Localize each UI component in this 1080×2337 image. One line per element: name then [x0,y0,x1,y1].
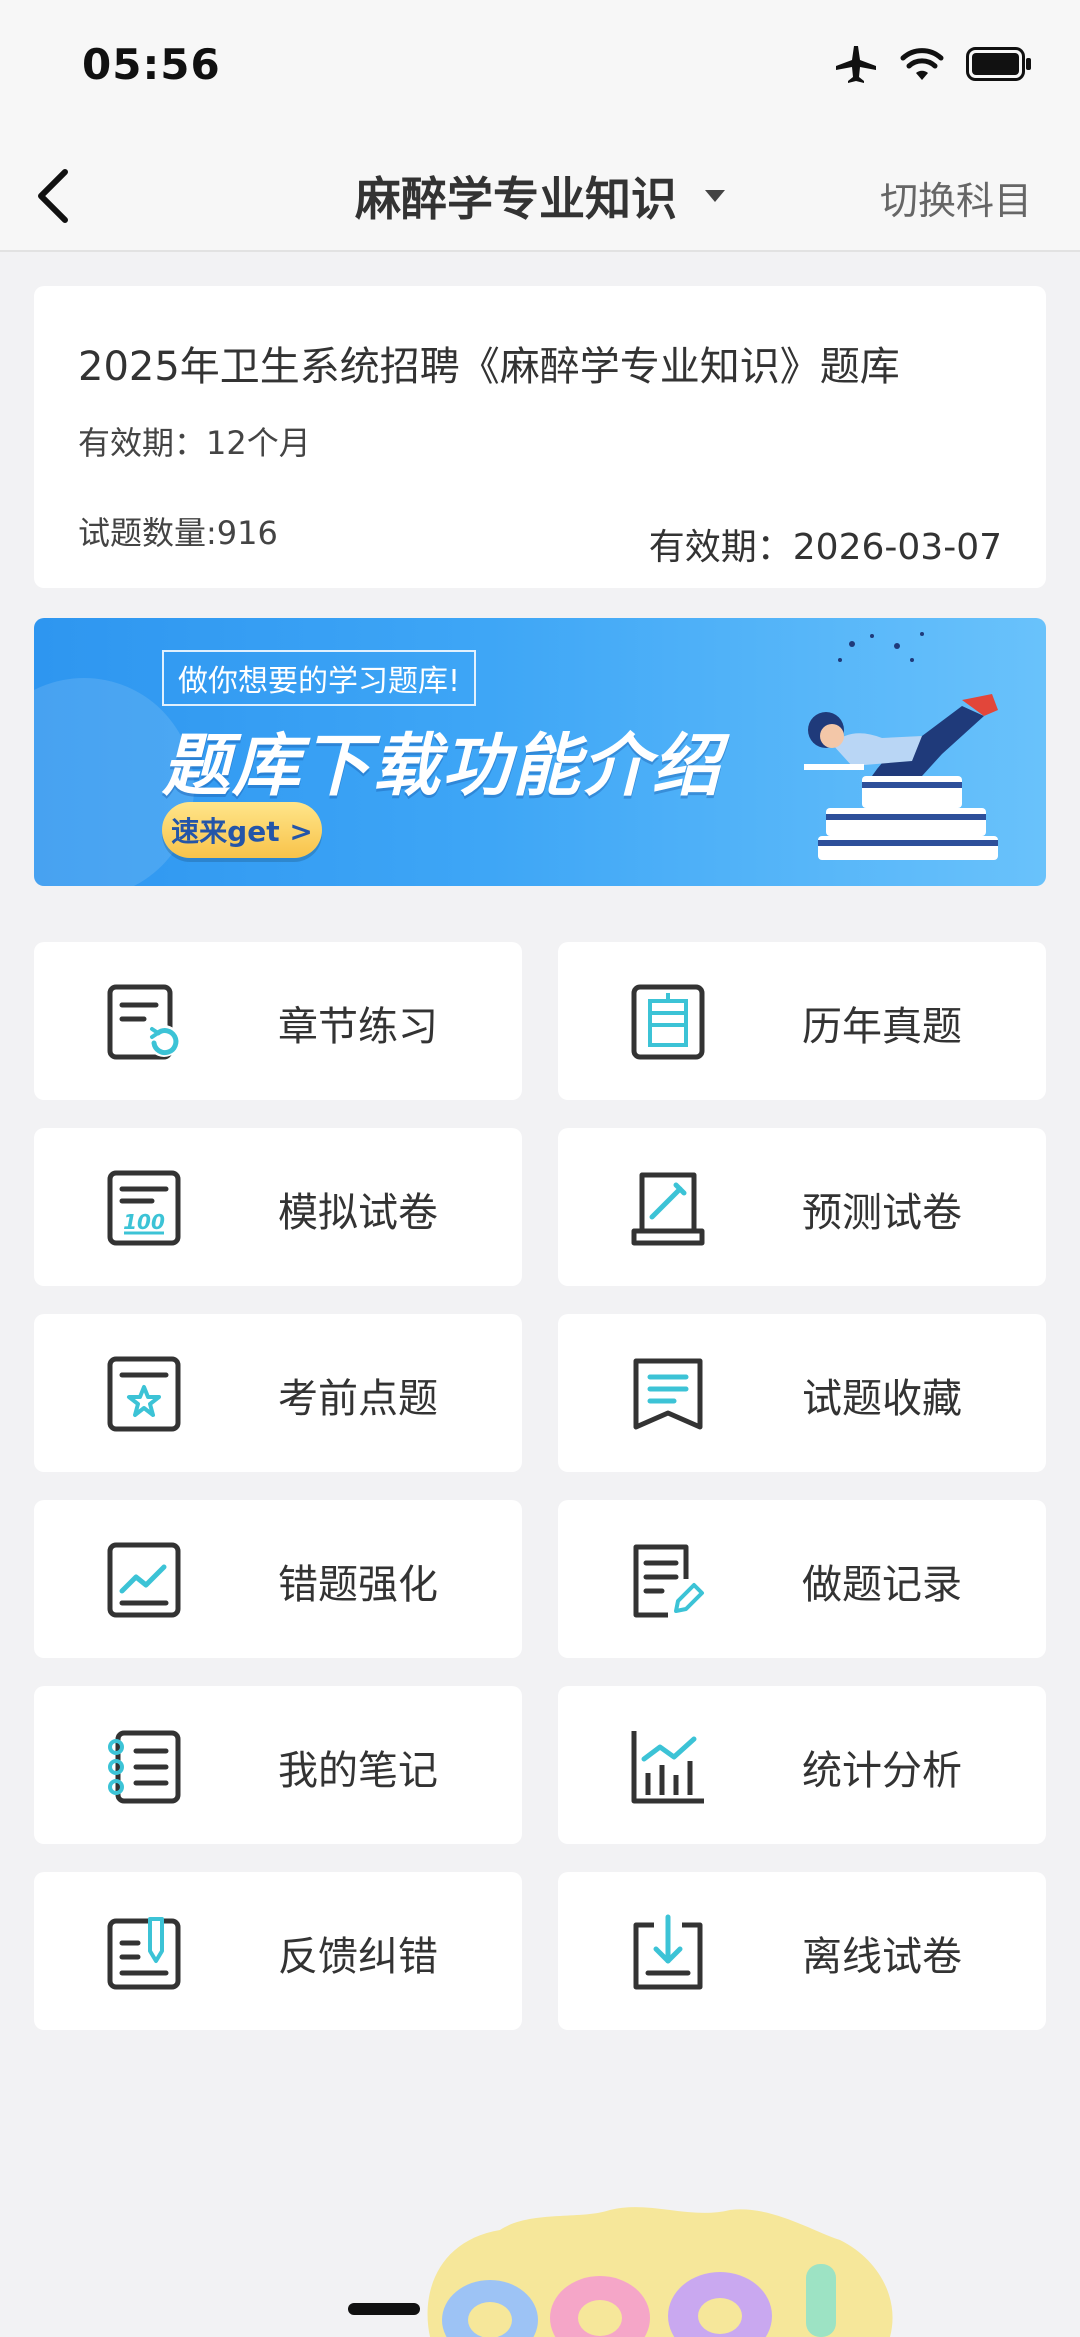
history-record-icon [633,1544,704,1618]
menu-item-wrong-questions[interactable]: 错题强化 [34,1500,522,1658]
forecast-paper-icon [631,1172,705,1246]
menu-item-label: 预测试卷 [802,1190,962,1236]
menu-item-notebook[interactable]: 我的笔记 [34,1686,522,1844]
chevron-left-icon [38,169,68,223]
svg-text:100: 100 [123,1210,165,1234]
wrong-questions-icon [107,1542,181,1618]
chapter-practice-icon [107,984,180,1060]
airplane-icon [836,46,876,83]
menu-item-feedback[interactable]: 反馈纠错 [34,1872,522,2030]
pre-exam-tips-icon [107,1356,181,1432]
status-bar: 05:56 [0,0,1080,140]
banner-cta-button[interactable]: 速来get > [162,802,322,858]
menu-item-offline-paper[interactable]: 离线试卷 [558,1872,1046,2030]
menu-item-bookmarks[interactable]: 试题收藏 [558,1314,1046,1472]
banner-title: 题库下载功能介绍 [162,727,723,806]
notebook-icon [108,1730,181,1804]
menu-item-chapter-practice[interactable]: 章节练习 [34,942,522,1100]
valid-period: 有效期：12个月 [78,424,311,462]
back-button[interactable] [18,158,88,234]
menu-item-label: 离线试卷 [802,1934,962,1980]
feedback-icon [107,1917,181,1990]
menu-item-forecast-paper[interactable]: 预测试卷 [558,1128,1046,1286]
cool-sticker-illustration[interactable] [410,2200,910,2337]
menu-item-mock-paper[interactable]: 100 模拟试卷 [34,1128,522,1286]
expire-date: 有效期：2026-03-07 [648,527,1002,568]
menu-item-label: 做题记录 [802,1562,962,1608]
menu-item-history-record[interactable]: 做题记录 [558,1500,1046,1658]
menu-item-label: 考前点题 [278,1376,438,1422]
menu-item-label: 统计分析 [802,1748,962,1794]
banner-subtitle: 做你想要的学习题库! [162,650,477,706]
statistics-icon [631,1731,704,1804]
student-on-books-illustration [804,632,998,860]
menu-item-label: 历年真题 [802,1004,962,1050]
bookmark-icon [633,1358,703,1430]
question-count: 试题数量:916 [78,514,278,552]
caret-down-icon[interactable] [705,190,725,202]
bank-title: 2025年卫生系统招聘《麻醉学专业知识》题库 [78,344,900,390]
menu-item-pre-exam-tips[interactable]: 考前点题 [34,1314,522,1472]
wifi-icon [900,48,944,80]
menu-item-label: 模拟试卷 [278,1190,438,1236]
question-bank-card: 2025年卫生系统招聘《麻醉学专业知识》题库 有效期：12个月 试题数量:916… [34,286,1046,588]
menu-item-label: 我的笔记 [278,1748,438,1794]
nav-bar: 麻醉学专业知识 切换科目 [0,140,1080,252]
menu-item-label: 反馈纠错 [278,1934,438,1980]
menu-item-past-exams[interactable]: 历年真题 [558,942,1046,1100]
switch-subject-button[interactable]: 切换科目 [880,170,1032,225]
mock-paper-icon: 100 [107,1170,181,1246]
home-indicator [348,2303,420,2315]
download-intro-banner[interactable]: 做你想要的学习题库! 题库下载功能介绍 速来get > [34,618,1046,886]
offline-download-icon [633,1914,703,1990]
battery-icon [966,47,1031,81]
menu-item-statistics[interactable]: 统计分析 [558,1686,1046,1844]
past-exams-icon [631,984,705,1060]
subject-title[interactable]: 麻醉学专业知识 [355,163,677,229]
status-time: 05:56 [82,40,221,89]
menu-item-label: 试题收藏 [802,1376,962,1422]
status-icons [834,44,1032,84]
menu-item-label: 错题强化 [278,1562,438,1608]
menu-item-label: 章节练习 [278,1004,438,1050]
